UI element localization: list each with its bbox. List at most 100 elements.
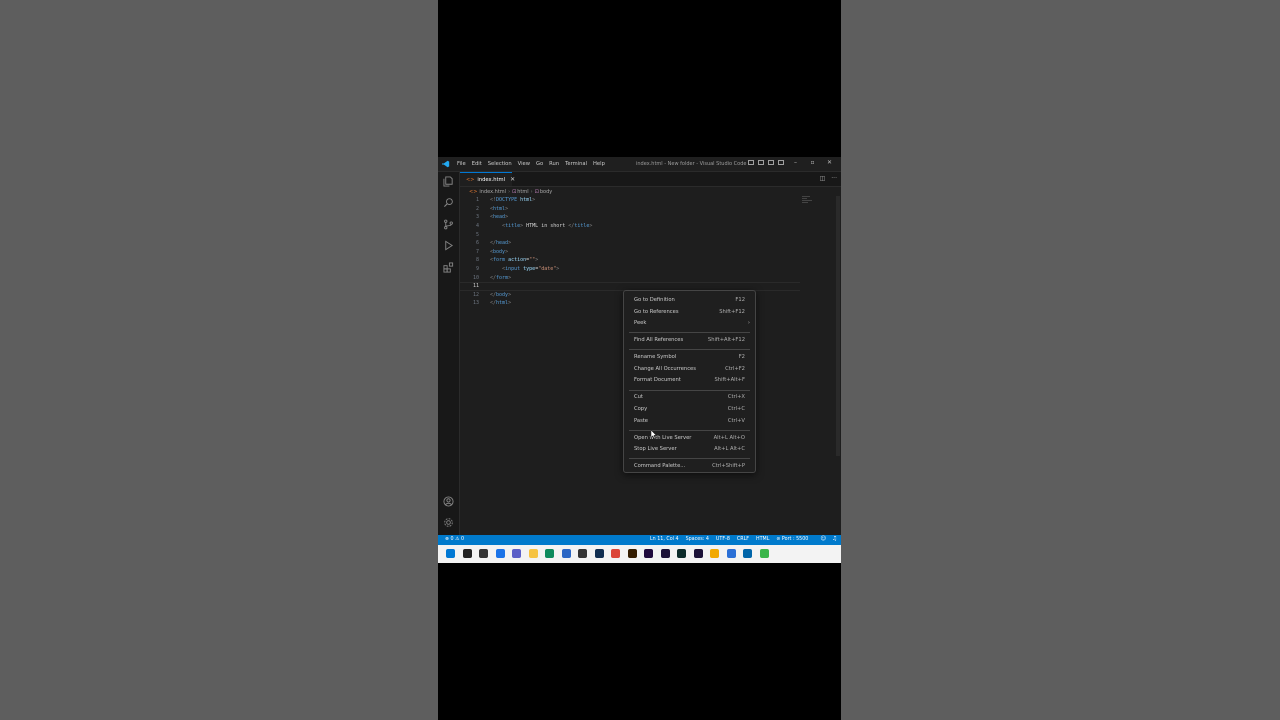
cursor-position[interactable]: Ln 11, Col 4 xyxy=(650,537,679,542)
line-code: <!DOCTYPE html> xyxy=(490,197,535,203)
explorer-icon[interactable] xyxy=(443,176,454,187)
toggle-sidebar-icon[interactable] xyxy=(748,160,754,165)
browser-icon[interactable] xyxy=(759,549,769,558)
vscode-logo-icon xyxy=(442,160,450,168)
split-editor-icon[interactable]: ◫ xyxy=(820,175,826,182)
chevron-right-icon: › xyxy=(530,188,533,195)
widgets-icon[interactable] xyxy=(495,549,505,558)
breadcrumb-body[interactable]: body xyxy=(540,189,552,195)
media-encoder-icon[interactable] xyxy=(693,549,703,558)
toggle-secondary-sidebar-icon[interactable] xyxy=(768,160,774,165)
code-line[interactable]: 2 <html> xyxy=(460,205,800,214)
start-icon[interactable] xyxy=(446,549,455,558)
line-code: </body> xyxy=(490,292,511,298)
menu-run[interactable]: Run xyxy=(549,161,559,167)
context-item-format-document[interactable]: Format Document Shift+Alt+F xyxy=(624,375,755,385)
maximize-button[interactable]: ▫ xyxy=(804,159,821,166)
source-control-icon[interactable] xyxy=(443,219,454,230)
breadcrumb-file[interactable]: index.html xyxy=(479,189,506,195)
code-line[interactable]: 7 <body> xyxy=(460,248,800,257)
code-line[interactable]: 1 <!DOCTYPE html> xyxy=(460,196,800,205)
tab-index-html[interactable]: <> index.html ✕ xyxy=(460,172,515,186)
audition-icon[interactable] xyxy=(677,549,686,558)
code-token: form xyxy=(493,257,506,264)
line-ending[interactable]: CRLF xyxy=(737,537,749,542)
menu-separator xyxy=(629,458,750,460)
menu-item-label: Cut xyxy=(634,394,643,401)
code-line[interactable]: 4 <title> HTML in short </title> xyxy=(460,222,800,231)
context-item-go-to-definition[interactable]: Go to Definition F12 xyxy=(624,295,755,305)
manage-gear-icon[interactable] xyxy=(443,517,454,528)
menu-item-label: Stop Live Server xyxy=(634,446,677,453)
menu-view[interactable]: View xyxy=(518,161,530,167)
search-icon[interactable] xyxy=(462,549,472,558)
context-item-cut[interactable]: Cut Ctrl+X xyxy=(624,392,755,402)
indentation[interactable]: Spaces: 4 xyxy=(686,537,709,542)
code-line[interactable]: 3 <head> xyxy=(460,213,800,222)
store-icon[interactable] xyxy=(561,549,571,558)
more-actions-icon[interactable]: ··· xyxy=(831,175,837,182)
context-item-paste[interactable]: Paste Ctrl+V xyxy=(624,416,755,426)
context-item-stop-live-server[interactable]: Stop Live Server Alt+L Alt+C xyxy=(624,444,755,454)
vscode-icon[interactable] xyxy=(743,549,752,558)
customize-layout-icon[interactable] xyxy=(778,160,784,165)
tab-bar: <> index.html ✕ ◫ ··· xyxy=(460,172,841,187)
status-icons: ☺ ♫ xyxy=(814,536,837,542)
search-icon[interactable] xyxy=(443,197,454,208)
code-token: head xyxy=(493,214,506,221)
code-line[interactable]: 10 </form> xyxy=(460,273,800,282)
tab-close-icon[interactable]: ✕ xyxy=(510,176,515,183)
context-item-go-to-references[interactable]: Go to References Shift+F12 xyxy=(624,307,755,317)
code-token: > xyxy=(508,300,512,307)
menu-go[interactable]: Go xyxy=(536,161,543,167)
chrome-icon[interactable] xyxy=(611,549,620,558)
live-server-port[interactable]: ⊘ Port : 5500 xyxy=(776,537,808,542)
context-item-copy[interactable]: Copy Ctrl+C xyxy=(624,404,755,414)
menu-item-label: Rename Symbol xyxy=(634,354,677,361)
context-item-command-palette[interactable]: Command Palette... Ctrl+Shift+P xyxy=(624,461,755,471)
accounts-icon[interactable] xyxy=(443,496,454,507)
run-debug-icon[interactable] xyxy=(443,240,454,251)
context-item-rename-symbol[interactable]: Rename Symbol F2 xyxy=(624,352,755,362)
task-view-icon[interactable] xyxy=(479,549,488,558)
language-mode[interactable]: HTML xyxy=(756,537,769,542)
context-item-open-with-live-server[interactable]: Open with Live Server Alt+L Alt+O xyxy=(624,433,755,443)
encoding[interactable]: UTF-8 xyxy=(716,537,730,542)
vertical-scrollbar[interactable] xyxy=(836,196,840,456)
menu-terminal[interactable]: Terminal xyxy=(565,161,587,167)
premiere-icon[interactable] xyxy=(660,549,670,558)
menu-file[interactable]: File xyxy=(457,161,466,167)
code-line[interactable]: 5 xyxy=(460,230,800,239)
menu-item-label: Copy xyxy=(634,406,648,412)
chrome-canary-icon[interactable] xyxy=(710,549,719,558)
menu-help[interactable]: Help xyxy=(593,161,605,167)
obs-icon[interactable] xyxy=(578,549,587,558)
photoshop-icon[interactable] xyxy=(594,549,604,558)
window-title: index.html - New folder - Visual Studio … xyxy=(636,161,747,167)
edge-icon[interactable] xyxy=(545,549,554,558)
illustrator-icon[interactable] xyxy=(627,549,637,558)
menu-selection[interactable]: Selection xyxy=(488,161,512,167)
context-item-change-all-occurrences[interactable]: Change All Occurrences Ctrl+F2 xyxy=(624,364,755,374)
extensions-icon[interactable] xyxy=(443,262,454,273)
breadcrumb-html[interactable]: html xyxy=(517,189,528,195)
close-button[interactable]: ✕ xyxy=(821,159,838,166)
problems-indicator[interactable]: ⊗ 0 ⚠ 0 xyxy=(445,537,464,542)
file-explorer-icon[interactable] xyxy=(528,549,538,558)
context-item-peek[interactable]: Peek › xyxy=(624,318,755,328)
notifications-bell-icon[interactable]: ♫ xyxy=(832,536,837,542)
code-line[interactable]: 6 </head> xyxy=(460,239,800,248)
after-effects-icon[interactable] xyxy=(644,549,653,558)
code-line[interactable]: 8 <form action=""> xyxy=(460,256,800,265)
context-item-find-all-references[interactable]: Find All References Shift+Alt+F12 xyxy=(624,335,755,345)
menu-edit[interactable]: Edit xyxy=(472,161,482,167)
minimap[interactable] xyxy=(802,196,814,204)
code-line[interactable]: 9 <input type="date"> xyxy=(460,265,800,274)
notepad-icon[interactable] xyxy=(726,549,736,558)
feedback-icon[interactable]: ☺ xyxy=(820,536,826,542)
menu-item-label: Peek xyxy=(634,320,647,327)
chat-icon[interactable] xyxy=(512,549,521,558)
code-token: head xyxy=(496,240,509,247)
toggle-panel-icon[interactable] xyxy=(758,160,764,165)
minimize-button[interactable]: – xyxy=(787,159,804,166)
